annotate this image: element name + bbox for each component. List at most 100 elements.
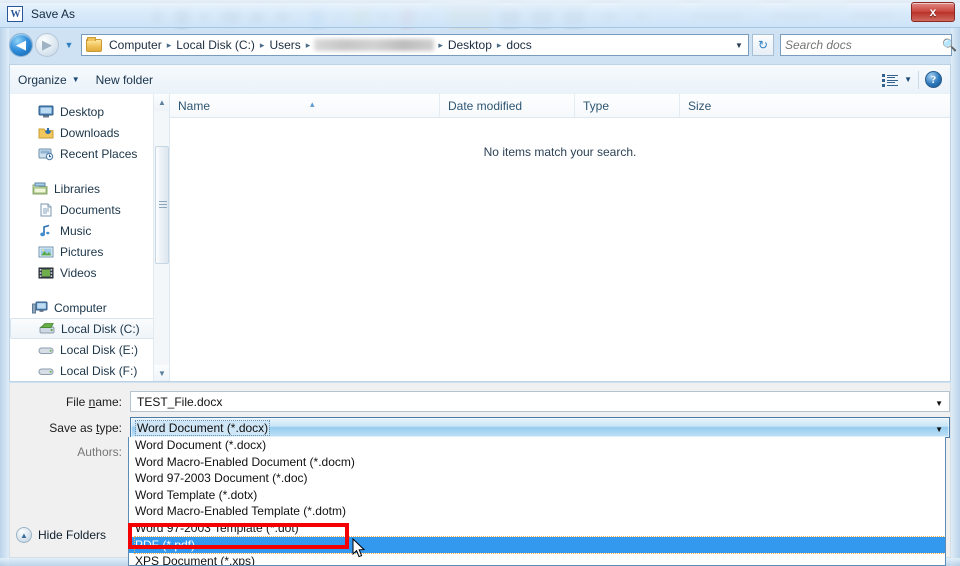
sidebar-gap [10,283,169,297]
scrollbar-thumb[interactable] [155,146,169,264]
breadcrumb-desktop[interactable]: Desktop [445,38,495,52]
new-folder-button[interactable]: New folder [88,70,161,90]
view-layout-icon[interactable] [882,73,898,87]
help-label: ? [931,74,937,86]
new-folder-label: New folder [96,73,153,87]
sidebar-label: Recent Places [60,147,137,161]
search-box[interactable]: 🔍 [780,34,952,56]
sidebar-item-local-disk-c[interactable]: Local Disk (C:) [10,318,161,339]
back-button[interactable]: ◀ [9,33,33,57]
filename-label: File name: [10,395,130,409]
search-input[interactable] [785,38,942,52]
column-header-date-modified[interactable]: Date modified [440,94,575,118]
dropdown-item-pdf[interactable]: PDF (*.pdf) [129,537,945,554]
chevron-down-icon: ▼ [72,75,80,84]
refresh-button[interactable]: ↻ [752,34,774,56]
sidebar-gap [10,164,169,178]
chevron-down-icon[interactable]: ▼ [730,41,748,50]
sidebar-item-desktop[interactable]: Desktop [10,101,169,122]
savetype-row: Save as type: Word Document (*.docx) ▼ [10,417,950,438]
dropdown-item-word-97-2003-template[interactable]: Word 97-2003 Template (*.dot) [129,520,945,537]
back-arrow-icon: ◀ [16,38,26,51]
toolbar-divider [918,71,919,89]
scrollbar-grip [159,201,167,209]
authors-row: Authors: [10,445,130,459]
sidebar-label: Music [60,224,91,238]
close-button[interactable]: x [911,2,955,22]
column-header-name[interactable]: Name [170,94,440,118]
sidebar-item-pictures[interactable]: Pictures [10,241,169,262]
file-list-pane: Name Date modified Type Size No items ma… [170,94,950,381]
breadcrumb-separator: ▸ [258,40,267,51]
libraries-icon [32,182,48,196]
sidebar-item-libraries[interactable]: Libraries [10,178,169,199]
sidebar-item-downloads[interactable]: Downloads [10,122,169,143]
downloads-icon [38,126,54,140]
breadcrumb-separator: ▸ [304,40,313,51]
hide-folders-label: Hide Folders [38,528,106,542]
savetype-combobox[interactable]: Word Document (*.docx) ▼ [130,417,950,438]
chevron-down-icon[interactable]: ▼ [935,399,943,408]
sidebar-item-music[interactable]: Music [10,220,169,241]
breadcrumb-separator: ▸ [165,40,174,51]
dropdown-item-word-document[interactable]: Word Document (*.docx) [129,437,945,454]
chevron-down-icon[interactable]: ▼ [935,425,943,434]
breadcrumb-username-redacted[interactable] [314,39,434,51]
sidebar-label: Downloads [60,126,119,140]
empty-list-message: No items match your search. [170,145,950,159]
navpane-scrollbar[interactable]: ▲ ▼ [153,94,169,381]
breadcrumb-computer[interactable]: Computer [106,38,165,52]
savetype-value: Word Document (*.docx) [136,421,269,435]
savetype-label: Save as type: [10,421,130,435]
dropdown-item-word-macro-enabled-template[interactable]: Word Macro-Enabled Template (*.dotm) [129,503,945,520]
chevron-up-circle-icon: ▲ [16,527,32,543]
dropdown-item-word-template[interactable]: Word Template (*.dotx) [129,487,945,504]
sidebar-label: Local Disk (E:) [60,343,138,357]
documents-icon [38,203,54,217]
dropdown-item-word-macro-enabled-document[interactable]: Word Macro-Enabled Document (*.docm) [129,454,945,471]
scroll-up-button[interactable]: ▲ [154,94,170,111]
folder-icon [86,39,102,52]
music-icon [38,224,54,238]
drive-icon [38,343,54,357]
search-icon: 🔍 [942,38,957,52]
breadcrumb-separator: ▸ [436,40,445,51]
scroll-down-button[interactable]: ▼ [154,365,170,381]
forward-button[interactable]: ▶ [35,33,59,57]
filename-input[interactable]: TEST_File.docx ▼ [130,391,950,412]
organize-label: Organize [18,73,67,87]
forward-arrow-icon: ▶ [42,38,52,51]
hide-folders-button[interactable]: ▲ Hide Folders [16,527,106,543]
breadcrumb-users[interactable]: Users [266,38,303,52]
navigation-pane: Desktop Downloads Recent Places Libr [10,94,170,381]
help-icon[interactable]: ? [925,71,942,88]
drive-icon [38,364,54,378]
filename-row: File name: TEST_File.docx ▼ [10,391,950,412]
address-bar[interactable]: Computer ▸ Local Disk (C:) ▸ Users ▸ ▸ D… [81,34,749,56]
sidebar-item-local-disk-f[interactable]: Local Disk (F:) [10,360,169,381]
sidebar-label: Desktop [60,105,104,119]
sidebar-item-recent-places[interactable]: Recent Places [10,143,169,164]
dropdown-item-word-97-2003-document[interactable]: Word 97-2003 Document (*.doc) [129,470,945,487]
column-header-size[interactable]: Size [680,94,750,118]
sidebar-item-local-disk-e[interactable]: Local Disk (E:) [10,339,169,360]
videos-icon [38,266,54,280]
browser-panes: Desktop Downloads Recent Places Libr [9,94,951,382]
savetype-dropdown-list[interactable]: Word Document (*.docx) Word Macro-Enable… [128,437,946,566]
filename-value: TEST_File.docx [137,395,222,409]
breadcrumb-local-disk-c[interactable]: Local Disk (C:) [173,38,258,52]
pictures-icon [38,245,54,259]
dropdown-item-xps-document[interactable]: XPS Document (*.xps) [129,553,945,566]
recent-locations-button[interactable]: ▼ [62,40,76,50]
breadcrumb-docs[interactable]: docs [503,38,534,52]
sidebar-item-computer[interactable]: Computer [10,297,169,318]
sidebar-item-videos[interactable]: Videos [10,262,169,283]
view-chevron-down-icon[interactable]: ▼ [904,75,912,84]
sidebar-label: Computer [54,301,107,315]
organize-button[interactable]: Organize ▼ [10,70,88,90]
sidebar-label: Local Disk (F:) [60,364,137,378]
sidebar-item-documents[interactable]: Documents [10,199,169,220]
column-header-type[interactable]: Type [575,94,680,118]
dropdown-item-pdf-label: PDF (*.pdf) [135,537,945,554]
save-as-dialog: W Save As x ◀ ▶ ▼ Computer ▸ Local Disk … [0,0,960,566]
